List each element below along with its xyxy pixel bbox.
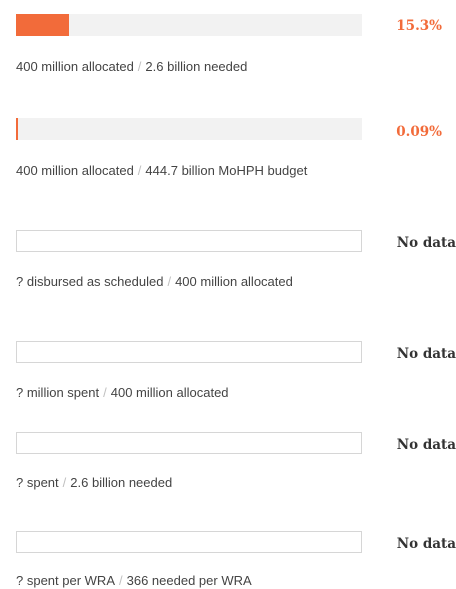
indicator-caption: ? million spent/400 million allocated (16, 385, 229, 400)
numerator-text: 400 million allocated (16, 163, 134, 178)
progress-bar (16, 14, 362, 36)
progress-bar (16, 432, 362, 454)
numerator-text: 400 million allocated (16, 59, 134, 74)
separator: / (103, 385, 107, 400)
separator: / (167, 274, 172, 289)
separator: / (137, 163, 142, 178)
progress-bar (16, 230, 362, 252)
progress-fill (16, 118, 18, 140)
no-data-label: No data (396, 235, 456, 251)
denominator-text: 2.6 billion needed (70, 475, 173, 490)
denominator-text: 400 million allocated (110, 385, 229, 400)
numerator-text: ? spent per WRA (16, 573, 115, 588)
no-data-label: No data (396, 437, 456, 453)
numerator-text: ? spent (16, 475, 59, 490)
progress-bar (16, 341, 362, 363)
denominator-text: 2.6 billion needed (145, 59, 248, 74)
numerator-text: ? million spent (16, 385, 100, 400)
numerator-text: ? disbursed as scheduled (16, 274, 164, 289)
indicator-caption: 400 million allocated/2.6 billion needed (16, 59, 247, 74)
indicator-caption: 400 million allocated/444.7 billion MoHP… (16, 163, 307, 178)
indicator-caption: ? disbursed as scheduled/400 million all… (16, 274, 293, 289)
percentage-label: 0.09% (396, 124, 442, 140)
denominator-text: 366 needed per WRA (126, 573, 252, 588)
no-data-label: No data (396, 536, 456, 552)
progress-bar (16, 531, 362, 553)
indicator-caption: ? spent/2.6 billion needed (16, 475, 172, 490)
indicator-caption: ? spent per WRA /366 needed per WRA (16, 573, 252, 588)
denominator-text: 400 million allocated (175, 274, 293, 289)
no-data-label: No data (396, 346, 456, 362)
denominator-text: 444.7 billion MoHPH budget (145, 163, 308, 178)
percentage-label: 15.3% (396, 18, 442, 34)
progress-bar (16, 118, 362, 140)
progress-fill (16, 14, 69, 36)
separator: / (137, 59, 142, 74)
separator: / (119, 573, 123, 588)
separator: / (62, 475, 67, 490)
